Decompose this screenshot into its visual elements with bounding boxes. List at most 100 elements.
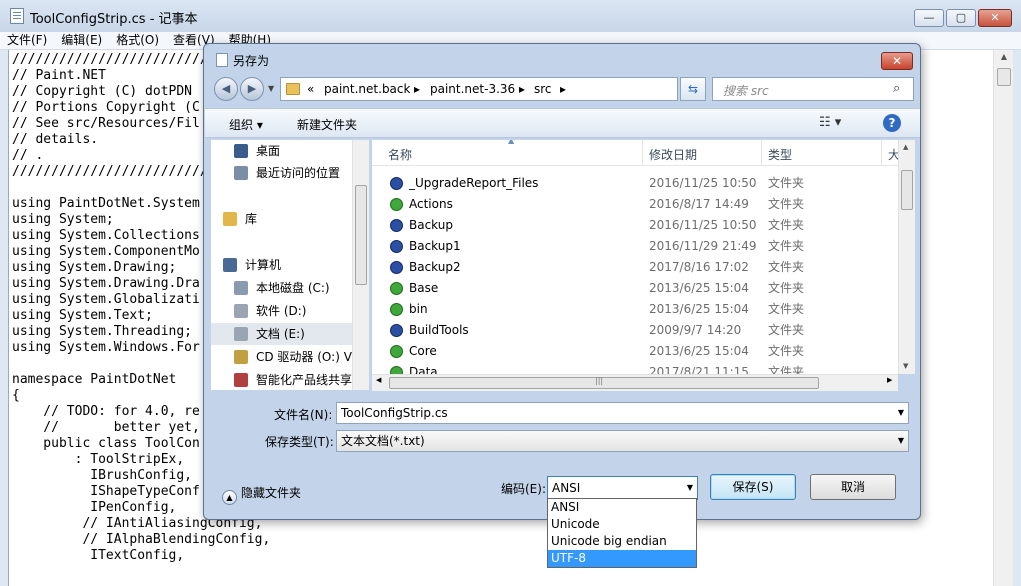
chevron-down-icon[interactable]: ▼ <box>898 403 904 423</box>
breadcrumb-item[interactable]: paint.net.back <box>324 82 410 96</box>
breadcrumb-item[interactable]: paint.net-3.36 <box>430 82 515 96</box>
folder-icon <box>286 83 300 95</box>
editor-scrollbar[interactable]: ▲ <box>993 50 1013 586</box>
file-list-vscrollbar[interactable]: ▲ ▼ <box>898 140 915 374</box>
file-name: Actions <box>409 197 453 211</box>
h-scroll-thumb[interactable] <box>389 376 819 389</box>
scroll-thumb[interactable] <box>997 68 1011 86</box>
nav-item[interactable]: 桌面 <box>211 140 369 162</box>
file-date: 2013/6/25 15:04 <box>649 302 749 316</box>
filetype-select[interactable]: 文本文档(*.txt) ▼ <box>336 430 909 452</box>
search-icon[interactable]: ⌕ <box>893 81 900 96</box>
organize-button[interactable]: 组织 ▾ <box>229 116 263 133</box>
file-date: 2017/8/16 17:02 <box>649 260 749 274</box>
nav-item-icon <box>234 144 248 158</box>
file-row[interactable]: Data 2017/8/21 11:15 文件夹 <box>372 362 898 374</box>
nav-item[interactable]: 最近访问的位置 <box>211 162 369 184</box>
nav-scroll-thumb[interactable] <box>355 185 367 285</box>
file-row[interactable]: bin 2013/6/25 15:04 文件夹 <box>372 299 898 320</box>
nav-item-icon <box>234 327 248 341</box>
menu-item[interactable]: 格式(O) <box>109 32 166 49</box>
save-as-dialog: 另存为 ✕ ◀ ▶ ▼ « paint.net.back ▸ paint.net… <box>203 43 921 520</box>
file-row[interactable]: Core 2013/6/25 15:04 文件夹 <box>372 341 898 362</box>
encoding-option[interactable]: Unicode big endian <box>548 533 696 550</box>
encoding-option[interactable]: Unicode <box>548 516 696 533</box>
file-type: 文件夹 <box>768 176 805 190</box>
breadcrumb-separator[interactable]: ▸ <box>519 82 525 96</box>
file-type: 文件夹 <box>768 197 805 211</box>
encoding-option[interactable]: UTF-8 <box>548 550 696 567</box>
maximize-button[interactable]: ▢ <box>946 9 976 27</box>
chevron-down-icon[interactable]: ▼ <box>898 431 904 451</box>
sort-arrow-icon: ▲ <box>508 140 515 145</box>
breadcrumb-separator[interactable]: ▸ <box>414 82 420 96</box>
nav-item[interactable]: 文档 (E:) <box>211 323 369 345</box>
column-name[interactable]: 名称 <box>388 146 412 163</box>
file-row[interactable]: Backup1 2016/11/29 21:49 文件夹 <box>372 236 898 257</box>
nav-item[interactable]: 计算机 <box>211 254 369 276</box>
help-icon[interactable]: ? <box>883 114 901 132</box>
scroll-up-icon[interactable]: ▲ <box>996 52 1012 66</box>
file-list: 名称 ▲ 修改日期 类型 大 _UpgradeReport_Files 2016/… <box>372 140 898 374</box>
file-row[interactable]: Base 2013/6/25 15:04 文件夹 <box>372 278 898 299</box>
nav-item-label: 智能化产品线共享 <box>256 373 353 387</box>
save-button[interactable]: 保存(S) <box>710 474 796 500</box>
nav-scrollbar[interactable] <box>352 140 369 390</box>
nav-item[interactable]: 库 <box>211 208 369 230</box>
address-bar[interactable]: « paint.net.back ▸ paint.net-3.36 ▸ src … <box>280 77 750 101</box>
close-button[interactable]: ✕ <box>978 9 1012 27</box>
minimize-button[interactable]: — <box>914 9 944 27</box>
forward-button[interactable]: ▶ <box>240 77 264 101</box>
cancel-button[interactable]: 取消 <box>810 474 896 500</box>
folder-icon <box>390 198 403 211</box>
scroll-down-icon[interactable]: ▼ <box>903 362 908 370</box>
encoding-option[interactable]: ANSI <box>548 499 696 516</box>
file-type: 文件夹 <box>768 344 805 358</box>
nav-item[interactable]: CD 驱动器 (O:) V <box>211 346 369 368</box>
column-type[interactable]: 类型 <box>768 146 792 163</box>
file-row[interactable]: Backup 2016/11/25 10:50 文件夹 <box>372 215 898 236</box>
chevron-down-icon[interactable]: ▼ <box>687 477 693 499</box>
address-overflow[interactable]: « <box>307 82 314 96</box>
column-date[interactable]: 修改日期 <box>649 146 697 163</box>
refresh-button[interactable]: ⇆ <box>680 77 706 101</box>
search-input[interactable]: 搜索 src ⌕ <box>712 77 914 101</box>
file-name: BuildTools <box>409 323 469 337</box>
scroll-left-icon[interactable]: ◀ <box>376 376 381 384</box>
breadcrumb-item[interactable]: src <box>534 82 552 96</box>
scroll-up-icon[interactable]: ▲ <box>903 143 908 151</box>
file-name: Backup2 <box>409 260 461 274</box>
new-folder-button[interactable]: 新建文件夹 <box>297 116 357 133</box>
file-date: 2016/11/29 21:49 <box>649 239 757 253</box>
scroll-right-icon[interactable]: ▶ <box>887 376 892 384</box>
nav-item-icon <box>223 258 237 272</box>
hide-folders-toggle[interactable]: ▲ 隐藏文件夹 <box>222 484 301 505</box>
file-scroll-thumb[interactable] <box>901 170 913 210</box>
nav-item[interactable]: 软件 (D:) <box>211 300 369 322</box>
file-row[interactable]: Backup2 2017/8/16 17:02 文件夹 <box>372 257 898 278</box>
file-type: 文件夹 <box>768 260 805 274</box>
file-type: 文件夹 <box>768 218 805 232</box>
file-row[interactable]: Actions 2016/8/17 14:49 文件夹 <box>372 194 898 215</box>
file-date: 2016/11/25 10:50 <box>649 218 757 232</box>
nav-item[interactable]: 智能化产品线共享 <box>211 369 369 390</box>
folder-icon <box>390 282 403 295</box>
filename-input[interactable]: ToolConfigStrip.cs ▼ <box>336 402 909 424</box>
back-button[interactable]: ◀ <box>214 77 238 101</box>
folder-icon <box>390 240 403 253</box>
file-date: 2016/8/17 14:49 <box>649 197 749 211</box>
search-placeholder: 搜索 src <box>723 84 769 98</box>
file-row[interactable]: BuildTools 2009/9/7 14:20 文件夹 <box>372 320 898 341</box>
recent-locations-dropdown[interactable]: ▼ <box>268 84 274 93</box>
menu-item[interactable]: 文件(F) <box>0 32 54 49</box>
nav-item[interactable]: 本地磁盘 (C:) <box>211 277 369 299</box>
column-size[interactable]: 大 <box>888 146 898 163</box>
view-options-icon[interactable]: ☷ ▾ <box>819 115 841 130</box>
encoding-select[interactable]: ANSI ▼ <box>547 476 698 500</box>
dialog-close-button[interactable]: ✕ <box>881 52 913 70</box>
breadcrumb-separator[interactable]: ▸ <box>560 82 566 96</box>
nav-item-label: 软件 (D:) <box>256 304 307 318</box>
file-list-hscrollbar[interactable]: ◀ ▶ <box>372 374 898 391</box>
menu-item[interactable]: 编辑(E) <box>54 32 109 49</box>
file-row[interactable]: _UpgradeReport_Files 2016/11/25 10:50 文件夹 <box>372 173 898 194</box>
